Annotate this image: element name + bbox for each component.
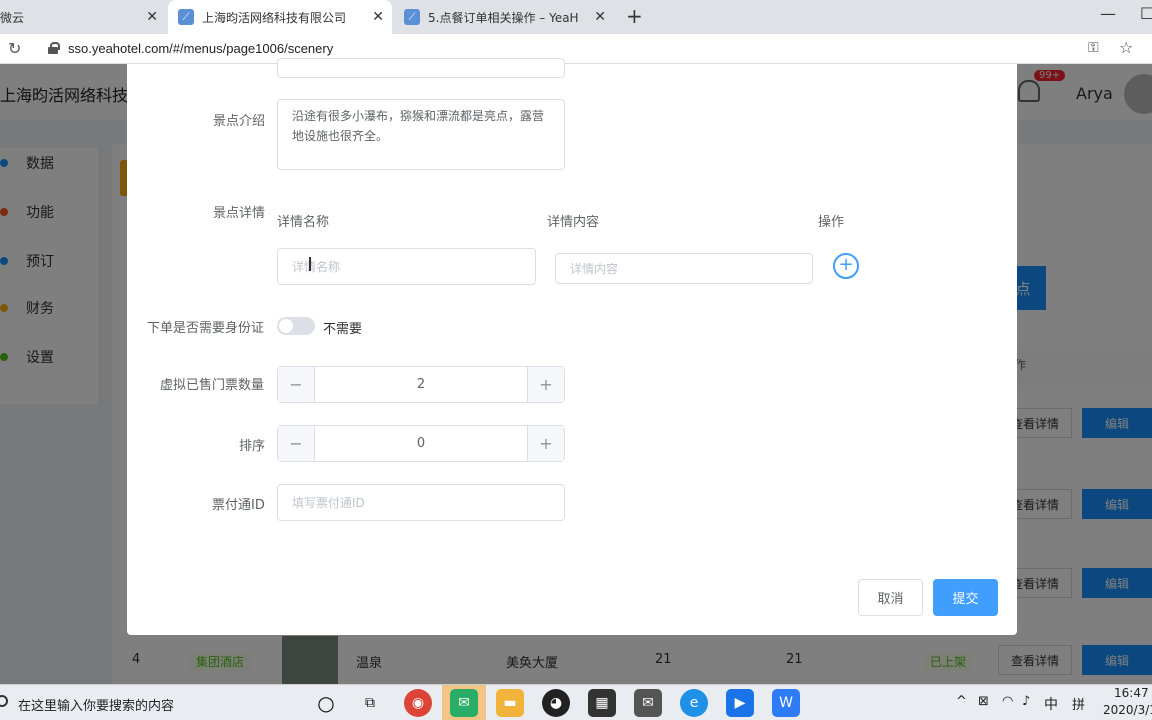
cancel-button[interactable]: 取消 [858,579,923,616]
ticket-id-label: 票付通ID [212,498,265,513]
tab-label: 上海昀活网络科技有限公司 [202,10,347,25]
sort-label: 排序 [239,439,266,454]
sold-count-stepper: − 2 + [277,366,565,403]
cortana-icon[interactable]: ○ [312,689,340,717]
column-header-name: 详情名称 [277,215,330,230]
scenery-edit-dialog: 景点介绍 沿途有很多小瀑布，猕猴和漂流都是亮点，露营地设施也很齐全。 景点详情 … [127,58,1017,635]
tab-label: 5.点餐订单相关操作 – YeaHotel [428,10,578,25]
column-header-action: 操作 [818,215,845,230]
browser-tab-bar: 微云 ✕ ⟋ 上海昀活网络科技有限公司 ✕ ⟋ 5.点餐订单相关操作 – Yea… [0,0,1152,34]
search-icon [0,695,8,707]
decrement-button[interactable]: − [278,426,315,461]
lock-icon [48,42,60,54]
qq-icon[interactable]: ◕ [542,689,570,717]
minimize-icon[interactable]: — [1100,4,1116,23]
close-icon[interactable]: ✕ [146,9,158,25]
tab-company[interactable]: ⟋ 上海昀活网络科技有限公司 ✕ [168,0,392,34]
new-tab-icon[interactable]: + [626,4,643,28]
folder-icon[interactable]: ▬ [496,689,524,717]
scroll-clipped-field[interactable] [277,58,565,78]
address-bar: ↻ sso.yeahotel.com/#/menus/page1006/scen… [0,34,1152,64]
ticket-id-input[interactable]: 填写票付通ID [277,484,565,521]
placeholder: 详情名称 [292,260,341,274]
key-icon[interactable]: ⚿ [1088,40,1099,56]
sort-stepper: − 0 + [277,425,565,462]
taskbar-search-input[interactable]: 在这里输入你要搜索的内容 [18,695,174,714]
increment-button[interactable]: + [527,426,564,461]
edge-icon[interactable]: e [680,689,708,717]
stepper-value[interactable]: 0 [315,426,527,461]
clock-date[interactable]: 2020/3/1 [1103,703,1152,717]
id-required-label: 下单是否需要身份证 [147,321,265,336]
site-favicon-icon: ⟋ [178,9,194,25]
detail-name-input[interactable]: 详情名称 [277,248,536,285]
chrome-icon[interactable]: ◉ [404,689,432,717]
volume-icon[interactable]: ♪ [1022,694,1030,709]
intro-textarea[interactable]: 沿途有很多小瀑布，猕猴和漂流都是亮点，露营地设施也很齐全。 [277,99,565,170]
detail-content-input[interactable]: 详情内容 [555,253,813,284]
increment-button[interactable]: + [527,367,564,402]
taskbar: 在这里输入你要搜索的内容 ○ ⧉ ◉ ✉ ▬ ◕ ▦ ✉ e ▶ W ^ ⊠ ◠… [0,684,1152,720]
placeholder: 详情内容 [570,262,619,276]
url-field[interactable]: sso.yeahotel.com/#/menus/page1006/scener… [68,41,333,56]
meeting-icon[interactable]: ▶ [726,689,754,717]
wechat-icon[interactable]: ✉ [450,689,478,717]
mail-icon[interactable]: ✉ [634,689,662,717]
ime-mode[interactable]: 中 [1044,694,1058,714]
placeholder: 填写票付通ID [292,496,365,510]
task-view-icon[interactable]: ⧉ [356,689,384,717]
reload-icon[interactable]: ↻ [8,39,21,58]
tab-weiyun[interactable]: 微云 ✕ [0,0,166,34]
close-icon[interactable]: ✕ [594,9,606,25]
maximize-icon[interactable]: ☐ [1140,4,1152,23]
stepper-value[interactable]: 2 [315,367,527,402]
details-label: 景点详情 [213,206,266,221]
text-cursor-icon [309,257,311,271]
wps-icon[interactable]: W [772,689,800,717]
star-icon[interactable]: ☆ [1119,38,1133,57]
store-icon[interactable]: ▦ [588,689,616,717]
close-icon[interactable]: ✕ [372,9,384,25]
tab-yeahotel-docs[interactable]: ⟋ 5.点餐订单相关操作 – YeaHotel ✕ [394,0,614,34]
wifi-icon[interactable]: ◠ [1002,694,1013,709]
chevron-up-icon[interactable]: ^ [956,694,967,709]
id-required-switch[interactable] [277,317,315,335]
intro-label: 景点介绍 [213,114,266,129]
column-header-content: 详情内容 [547,215,600,230]
add-detail-icon[interactable]: + [833,253,859,279]
id-required-status: 不需要 [323,322,363,337]
clock-time[interactable]: 16:47 [1114,686,1149,700]
sold-count-label: 虚拟已售门票数量 [160,378,265,393]
submit-button[interactable]: 提交 [933,579,998,616]
security-icon[interactable]: ⊠ [978,694,989,709]
tab-label: 微云 [0,10,25,25]
site-favicon-icon: ⟋ [404,9,420,25]
decrement-button[interactable]: − [278,367,315,402]
ime-pinyin[interactable]: 拼 [1072,694,1085,713]
